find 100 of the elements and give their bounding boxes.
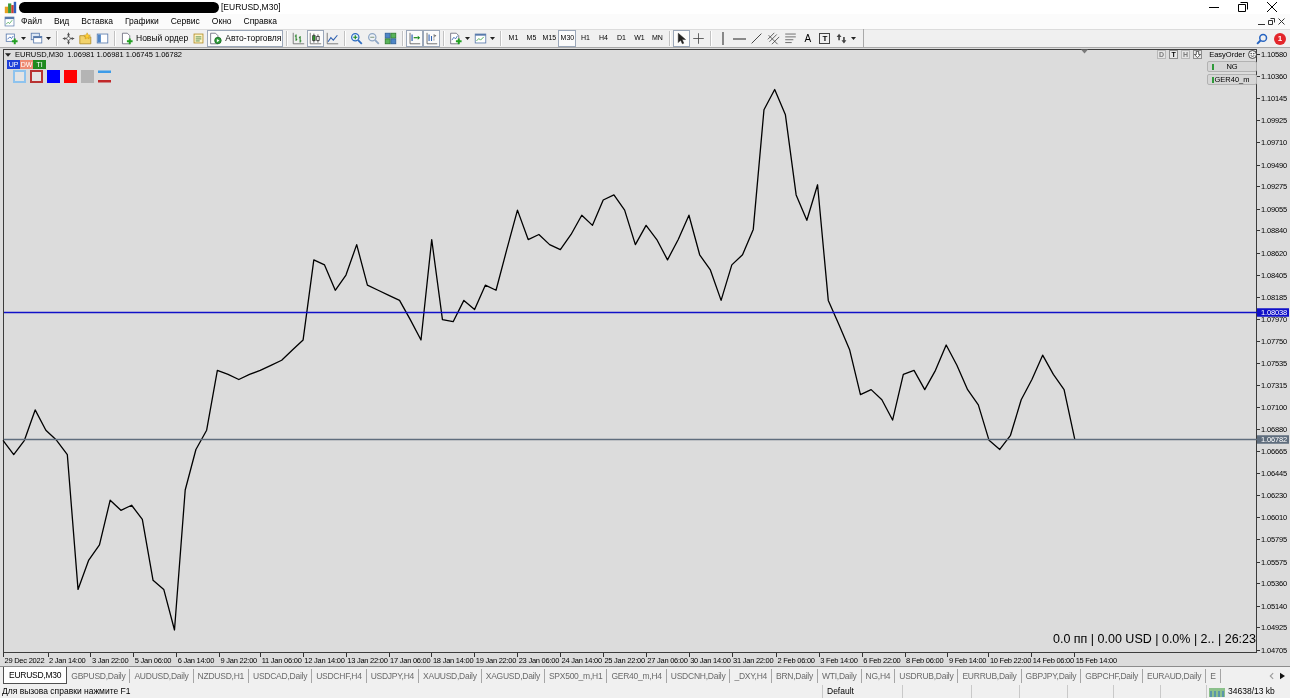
restore-icon [1237,2,1248,12]
autoscroll-button[interactable] [406,30,424,47]
chart-tab[interactable]: E [1206,669,1221,683]
chart-arrow-icon [408,32,422,45]
caret-icon [490,37,496,40]
fibonacci-icon [784,32,798,45]
document-plus-icon [120,32,133,45]
cursor-button[interactable] [673,30,691,47]
restore-icon [1268,18,1275,25]
status-line-icon [1212,77,1214,83]
chart-tab[interactable]: USDCAD,Daily [249,669,313,683]
chart-tab[interactable]: USDRUB,Daily [895,669,959,683]
chart-tab[interactable]: EURAUD,Daily [1143,669,1207,683]
color-swatch-icon[interactable] [13,70,26,83]
cursor-icon [675,32,689,45]
menu-item[interactable]: Графики [118,14,165,29]
down-arrow-icon [1194,51,1202,58]
windows-icon [30,32,43,45]
indicators-button[interactable] [447,30,473,47]
chart-tab[interactable]: USDCHF,H4 [312,669,367,683]
chart-tab[interactable]: NZDUSD,H1 [193,669,249,683]
candlestick-icon [309,32,323,45]
status-help-text: Для вызова справки нажмите F1 [1,685,132,698]
template-icon [474,32,488,45]
notification-badge[interactable]: 1 [1274,32,1286,45]
scroll-right-icon[interactable] [1280,672,1285,680]
zoom-in-icon [350,32,364,45]
text-tool-button[interactable]: A [799,30,817,47]
color-swatch-icon[interactable] [47,70,60,83]
vertical-line-icon [721,32,724,45]
chart-tab[interactable]: GBPJPY,Daily [1021,669,1082,683]
crosshair-icon [692,32,706,45]
bar-chart-icon [292,32,306,45]
chart-tab[interactable]: XAGUSD,Daily [481,669,545,683]
app-logo-icon [4,0,17,14]
account-info: 0.0 пп | 0.00 USD | 0.0% | 2.. | 26:23 [1052,632,1256,647]
new-chart-button[interactable] [3,30,28,47]
chart-tab[interactable]: BRN,Daily [772,669,818,683]
star-folder-icon [79,32,92,45]
smiley-icon [1248,50,1257,59]
chart-tab[interactable]: GER40_m,H4 [607,669,667,683]
caret-icon [46,37,51,40]
chart-tab[interactable]: GBPUSD,Daily [67,669,131,683]
new-order-button[interactable]: Новый ордер [118,30,191,47]
color-swatch-icon[interactable] [81,70,94,83]
candlestick-button[interactable] [307,30,325,47]
channel-icon [767,32,781,45]
arrows-icon [835,32,849,45]
caret-icon [465,37,471,40]
chart-tab[interactable]: EURRUB,Daily [958,669,1022,683]
chart-shift-button[interactable] [423,30,441,47]
menu-item[interactable]: Вставка [75,14,119,29]
profile-name: Default [822,685,902,698]
connection-bars-icon [1209,686,1225,697]
chart-tab[interactable]: XAUUSD,Daily [419,669,482,683]
autotrading-button[interactable]: Авто-торговля [207,30,284,47]
menu-item[interactable]: Справка [237,14,283,29]
restore-button[interactable] [1267,15,1276,28]
traffic-counter: 34638/13 kb [1228,686,1275,697]
window-title: [EURUSD,M30] [221,1,281,13]
four-arrows-icon [62,32,75,45]
document-add-icon [449,32,463,45]
close-icon [1266,2,1277,12]
chart-tab[interactable]: AUDUSD,Daily [130,669,194,683]
caret-icon [21,37,26,40]
notepad-icon [192,32,206,45]
search-button[interactable] [1256,32,1268,45]
text-label-button[interactable]: T [819,33,831,44]
document-play-icon [209,32,223,45]
zoom-out-icon [367,32,381,45]
caret-icon [851,37,857,40]
horizontal-line-icon [733,37,747,40]
two-lines-icon[interactable] [98,70,111,83]
chart-tab[interactable]: _DXY,H4 [730,669,772,683]
status-line-icon [1212,64,1214,70]
color-swatch-icon[interactable] [64,70,77,83]
diagonal-line-icon [750,32,764,45]
chart-tab[interactable]: WTI,Daily [817,669,862,683]
dropdown-triangle-icon [5,52,11,57]
menu-item[interactable]: Сервис [164,14,206,29]
templates-button[interactable] [472,30,498,47]
chart-tab[interactable]: EURUSD,M30 [3,667,68,684]
market-watch-button[interactable] [60,30,77,47]
chart-tab[interactable]: NG,H4 [861,669,896,683]
arrow-down-button[interactable] [1193,50,1203,59]
chart-tab[interactable]: SPX500_m,H1 [544,669,608,683]
chart-shift-icon [425,32,439,45]
menu-item[interactable]: Окно [205,14,238,29]
close-icon [1278,18,1285,25]
chart-tab[interactable]: USDCNH,Daily [666,669,731,683]
menu-item[interactable]: Файл [15,14,48,29]
search-icon [1256,32,1268,45]
menu-item[interactable]: Вид [47,14,76,29]
chart-tab[interactable]: GBPCHF,Daily [1081,669,1144,683]
line-chart-icon [326,32,340,45]
profiles-button[interactable] [28,30,53,47]
navigator-button[interactable] [94,30,111,47]
color-swatch-icon[interactable] [30,70,43,83]
panel-icon [96,32,109,45]
chart-tab[interactable]: USDJPY,H4 [366,669,420,683]
